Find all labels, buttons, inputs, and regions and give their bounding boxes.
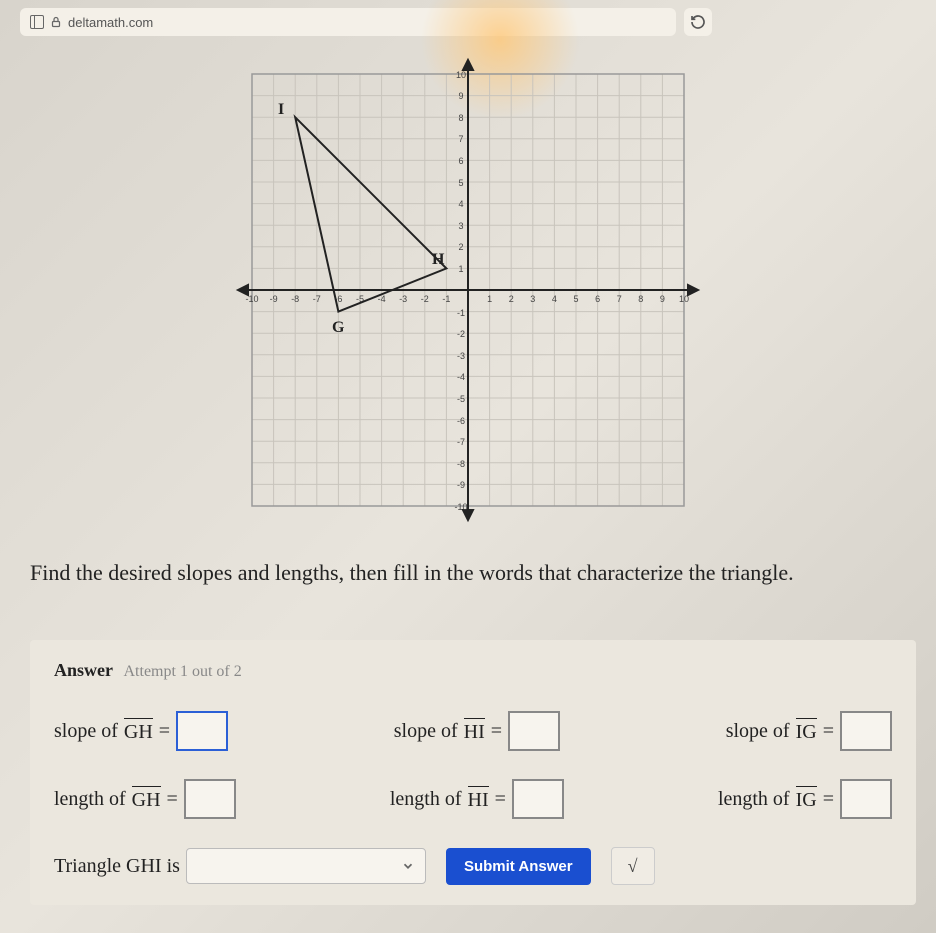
- slope-row: slope of GH = slope of HI = slope of IG …: [54, 711, 892, 751]
- segment-ig-2: IG: [796, 787, 817, 812]
- lock-icon: [50, 16, 62, 28]
- length-ig-cell: length of IG =: [718, 779, 892, 819]
- svg-text:-6: -6: [457, 416, 465, 426]
- svg-text:-3: -3: [399, 294, 407, 304]
- svg-text:3: 3: [530, 294, 535, 304]
- svg-text:-7: -7: [457, 437, 465, 447]
- answer-panel: Answer Attempt 1 out of 2 slope of GH = …: [30, 640, 916, 905]
- svg-text:-2: -2: [457, 329, 465, 339]
- svg-text:1: 1: [487, 294, 492, 304]
- address-bar: deltamath.com: [20, 8, 676, 36]
- svg-text:4: 4: [458, 199, 463, 209]
- svg-text:-3: -3: [457, 351, 465, 361]
- point-label-h: H: [432, 251, 445, 268]
- slope-ig-input[interactable]: [840, 711, 892, 751]
- sqrt-button[interactable]: √: [611, 847, 655, 885]
- sqrt-icon: √: [628, 856, 638, 877]
- svg-text:2: 2: [458, 242, 463, 252]
- slope-hi-input[interactable]: [508, 711, 560, 751]
- svg-text:7: 7: [458, 134, 463, 144]
- chevron-down-icon: [401, 859, 415, 873]
- svg-text:1: 1: [458, 264, 463, 274]
- svg-text:-5: -5: [457, 394, 465, 404]
- slope-gh-input[interactable]: [176, 711, 228, 751]
- svg-text:10: 10: [679, 294, 689, 304]
- svg-text:-8: -8: [457, 459, 465, 469]
- site-info[interactable]: deltamath.com: [50, 15, 153, 30]
- svg-text:8: 8: [458, 113, 463, 123]
- svg-text:3: 3: [458, 221, 463, 231]
- answer-heading: Answer Attempt 1 out of 2: [54, 660, 892, 681]
- svg-text:5: 5: [458, 178, 463, 188]
- attempt-text: Attempt 1 out of 2: [124, 663, 242, 680]
- segment-gh-2: GH: [132, 787, 161, 812]
- slope-hi-cell: slope of HI =: [394, 711, 560, 751]
- refresh-icon: [690, 14, 706, 30]
- svg-text:-8: -8: [291, 294, 299, 304]
- svg-text:-9: -9: [457, 480, 465, 490]
- svg-text:-10: -10: [245, 294, 258, 304]
- svg-text:6: 6: [458, 156, 463, 166]
- svg-text:2: 2: [509, 294, 514, 304]
- sidebar-toggle-icon[interactable]: [30, 15, 44, 29]
- slope-ig-cell: slope of IG =: [726, 711, 892, 751]
- domain-text: deltamath.com: [68, 15, 153, 30]
- svg-text:-7: -7: [313, 294, 321, 304]
- svg-text:8: 8: [638, 294, 643, 304]
- slope-gh-cell: slope of GH =: [54, 711, 228, 751]
- svg-text:4: 4: [552, 294, 557, 304]
- svg-text:10: 10: [456, 70, 466, 80]
- svg-text:-1: -1: [457, 308, 465, 318]
- svg-text:5: 5: [573, 294, 578, 304]
- length-ig-input[interactable]: [840, 779, 892, 819]
- question-text: Find the desired slopes and lengths, the…: [30, 560, 916, 586]
- segment-ig: IG: [796, 719, 817, 744]
- svg-text:-10: -10: [454, 502, 467, 512]
- answer-label: Answer: [54, 660, 113, 680]
- svg-text:9: 9: [458, 91, 463, 101]
- svg-text:-2: -2: [421, 294, 429, 304]
- segment-hi-2: HI: [468, 787, 489, 812]
- length-hi-input[interactable]: [512, 779, 564, 819]
- segment-gh: GH: [124, 719, 153, 744]
- svg-text:7: 7: [617, 294, 622, 304]
- length-gh-input[interactable]: [184, 779, 236, 819]
- triangle-type-select[interactable]: [186, 848, 426, 884]
- length-gh-cell: length of GH =: [54, 779, 236, 819]
- triangle-type-cell: Triangle GHI is: [54, 848, 426, 884]
- segment-hi: HI: [464, 719, 485, 744]
- svg-text:9: 9: [660, 294, 665, 304]
- length-row: length of GH = length of HI = length of …: [54, 779, 892, 819]
- refresh-button[interactable]: [684, 8, 712, 36]
- point-label-g: G: [332, 319, 345, 336]
- coordinate-graph: -10 -9 -8 -7 -6 -5 -4 -3 -2 -1 1 2 3 4 5 6 7 8 9 10 10 9 8 7 6…: [228, 50, 708, 530]
- bottom-row: Triangle GHI is Submit Answer √: [54, 847, 892, 885]
- svg-text:6: 6: [595, 294, 600, 304]
- svg-text:-4: -4: [457, 372, 465, 382]
- triangle-label: Triangle GHI is: [54, 855, 180, 878]
- point-label-i: I: [278, 101, 284, 118]
- length-hi-cell: length of HI =: [390, 779, 564, 819]
- svg-text:-9: -9: [270, 294, 278, 304]
- svg-text:-1: -1: [442, 294, 450, 304]
- submit-button[interactable]: Submit Answer: [446, 848, 591, 885]
